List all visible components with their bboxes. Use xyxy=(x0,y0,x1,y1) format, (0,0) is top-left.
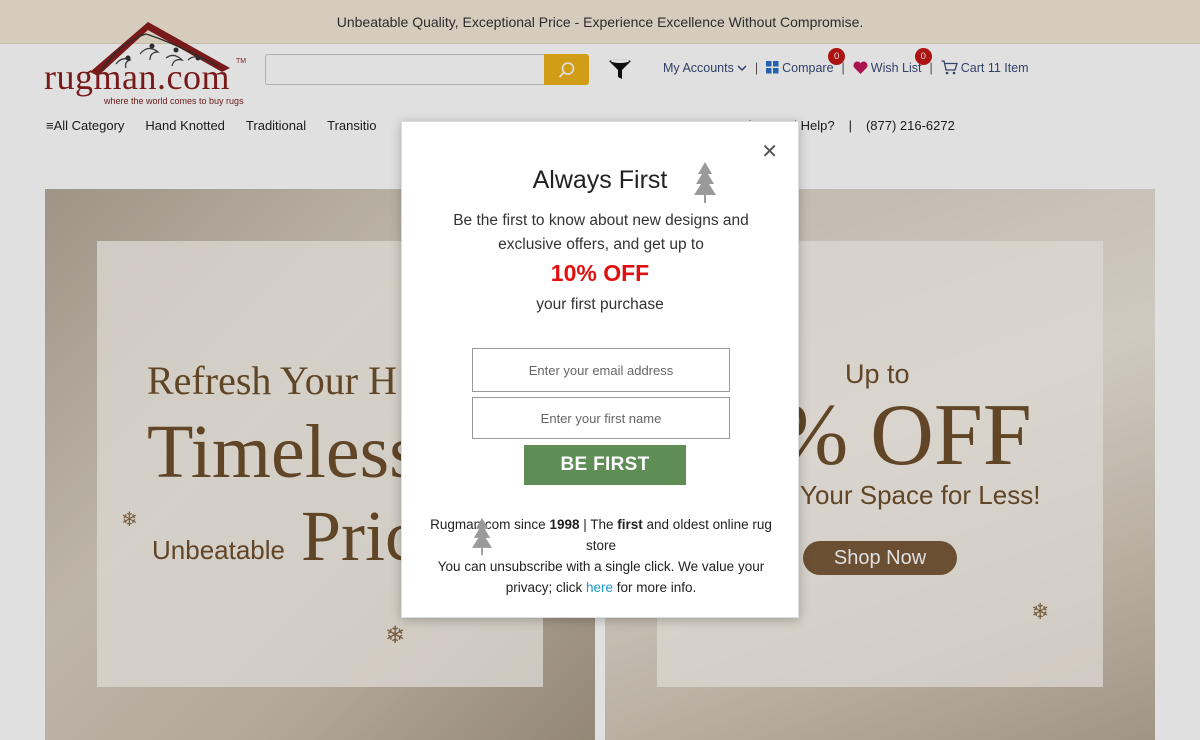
modal-first-purchase: your first purchase xyxy=(536,296,664,313)
tree-icon xyxy=(472,517,492,556)
privacy-here-link[interactable]: here xyxy=(586,580,613,595)
email-field[interactable] xyxy=(472,348,730,392)
footer-first: first xyxy=(617,517,643,532)
modal-title: Always First xyxy=(532,166,668,194)
first-name-field[interactable] xyxy=(472,397,730,439)
more-info-text: for more info. xyxy=(613,580,697,595)
modal-discount: 10% OFF xyxy=(550,260,650,286)
footer-year: 1998 xyxy=(549,517,580,532)
be-first-button[interactable]: BE FIRST xyxy=(524,445,686,485)
tree-icon xyxy=(694,162,716,203)
newsletter-modal: ✕ Always First Be the first to know abou… xyxy=(401,121,799,618)
footer-mid: | The xyxy=(579,517,618,532)
close-icon[interactable]: ✕ xyxy=(761,142,778,162)
modal-description: Be the first to know about new designs a… xyxy=(453,212,749,253)
